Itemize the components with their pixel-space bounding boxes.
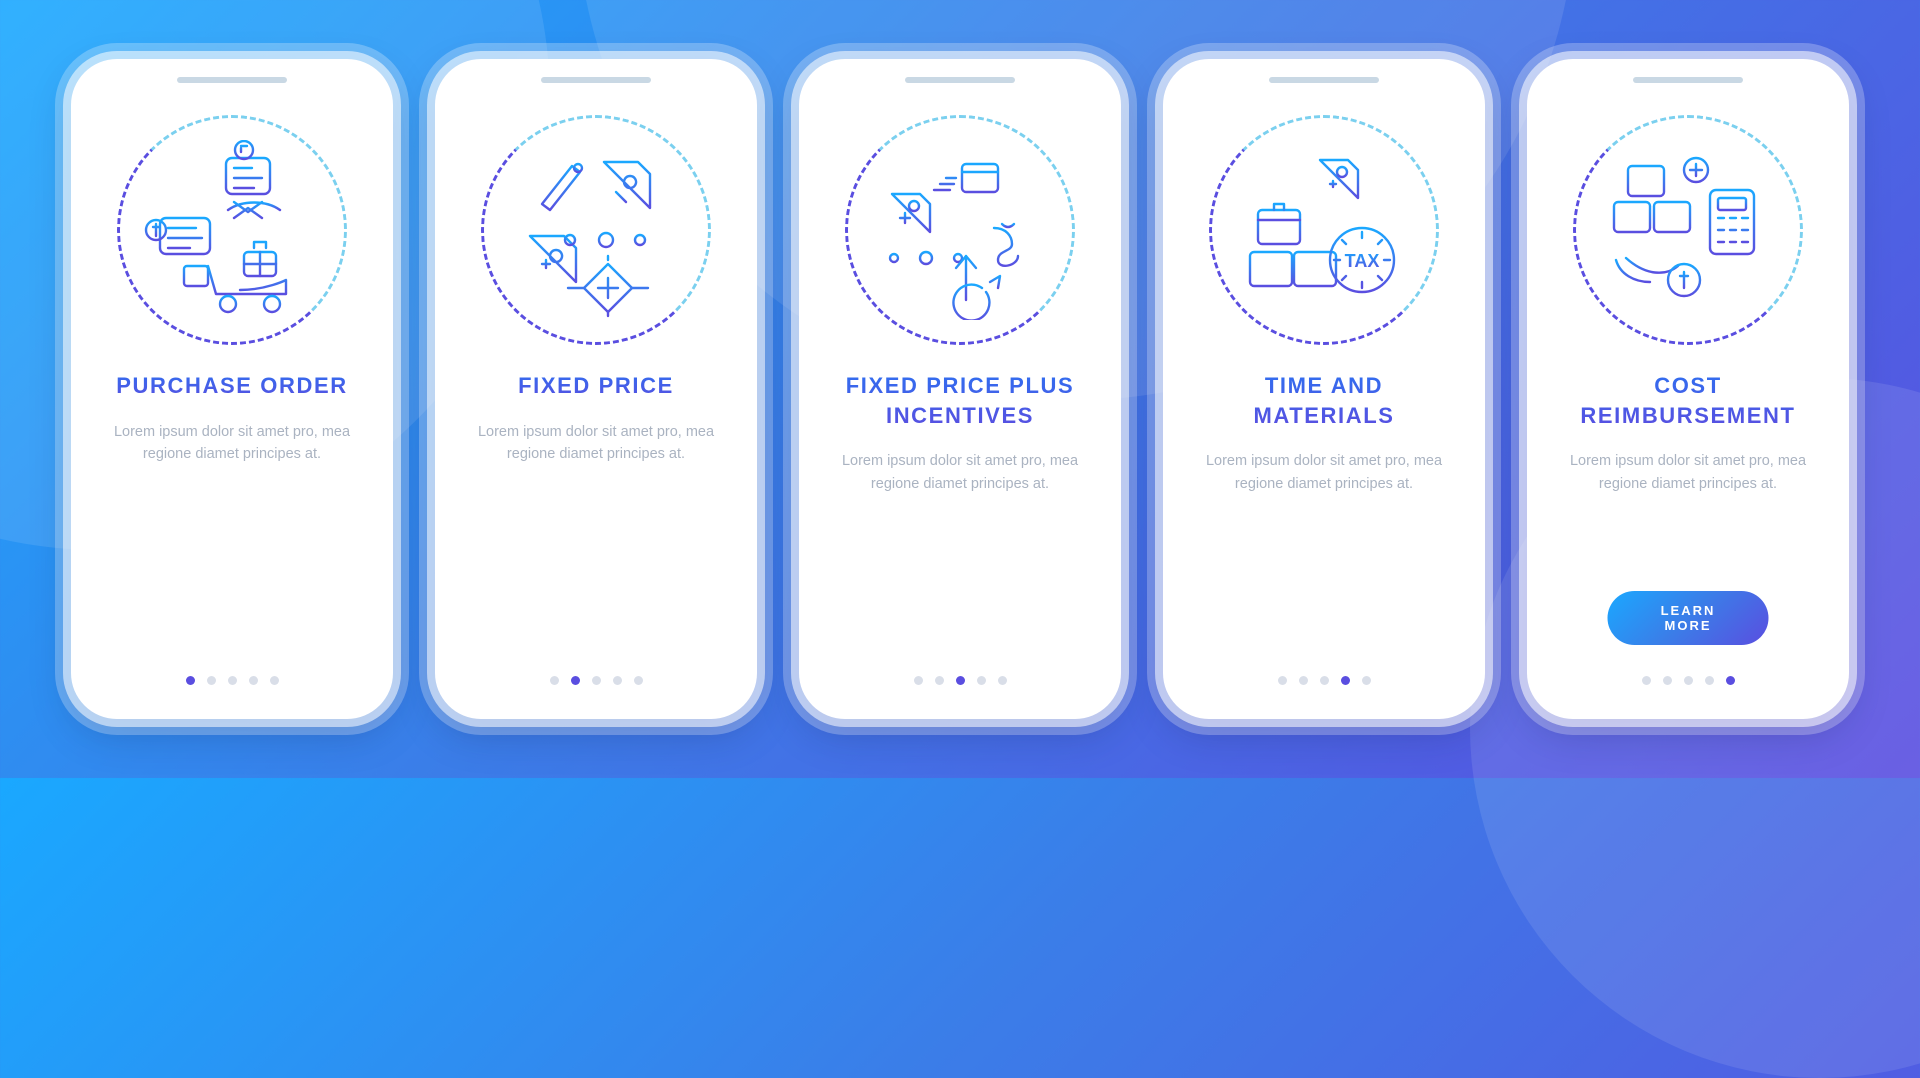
phone-notch (905, 77, 1015, 83)
onboarding-card-time-and-materials: TAX TIME AND MATERIALS Lorem ipsum dolor… (1163, 59, 1485, 719)
purchase-order-icon (117, 115, 347, 345)
time-materials-icon: TAX (1209, 115, 1439, 345)
pagination-dots[interactable] (1278, 676, 1371, 685)
card-description: Lorem ipsum dolor sit amet pro, mea regi… (435, 421, 757, 466)
card-title: FIXED PRICE PLUS INCENTIVES (799, 371, 1121, 430)
phone-notch (541, 77, 651, 83)
pagination-dots[interactable] (550, 676, 643, 685)
card-description: Lorem ipsum dolor sit amet pro, mea regi… (1527, 450, 1849, 495)
phone-notch (177, 77, 287, 83)
pagination-dots[interactable] (914, 676, 1007, 685)
phone-notch (1269, 77, 1379, 83)
card-description: Lorem ipsum dolor sit amet pro, mea regi… (799, 450, 1121, 495)
learn-more-button[interactable]: LEARN MORE (1608, 591, 1769, 645)
card-title: FIXED PRICE (490, 371, 702, 401)
cost-reimbursement-icon (1573, 115, 1803, 345)
pagination-dots[interactable] (186, 676, 279, 685)
card-title: COST REIMBURSEMENT (1527, 371, 1849, 430)
onboarding-card-fixed-price: FIXED PRICE Lorem ipsum dolor sit amet p… (435, 59, 757, 719)
card-description: Lorem ipsum dolor sit amet pro, mea regi… (71, 421, 393, 466)
onboarding-card-cost-reimbursement: COST REIMBURSEMENT Lorem ipsum dolor sit… (1527, 59, 1849, 719)
incentives-icon (845, 115, 1075, 345)
fixed-price-icon (481, 115, 711, 345)
pagination-dots[interactable] (1642, 676, 1735, 685)
card-title: TIME AND MATERIALS (1163, 371, 1485, 430)
card-description: Lorem ipsum dolor sit amet pro, mea regi… (1163, 450, 1485, 495)
phone-notch (1633, 77, 1743, 83)
onboarding-card-fixed-price-plus-incentives: FIXED PRICE PLUS INCENTIVES Lorem ipsum … (799, 59, 1121, 719)
card-title: PURCHASE ORDER (88, 371, 375, 401)
carousel-stage: PURCHASE ORDER Lorem ipsum dolor sit ame… (0, 0, 1920, 778)
onboarding-card-purchase-order: PURCHASE ORDER Lorem ipsum dolor sit ame… (71, 59, 393, 719)
